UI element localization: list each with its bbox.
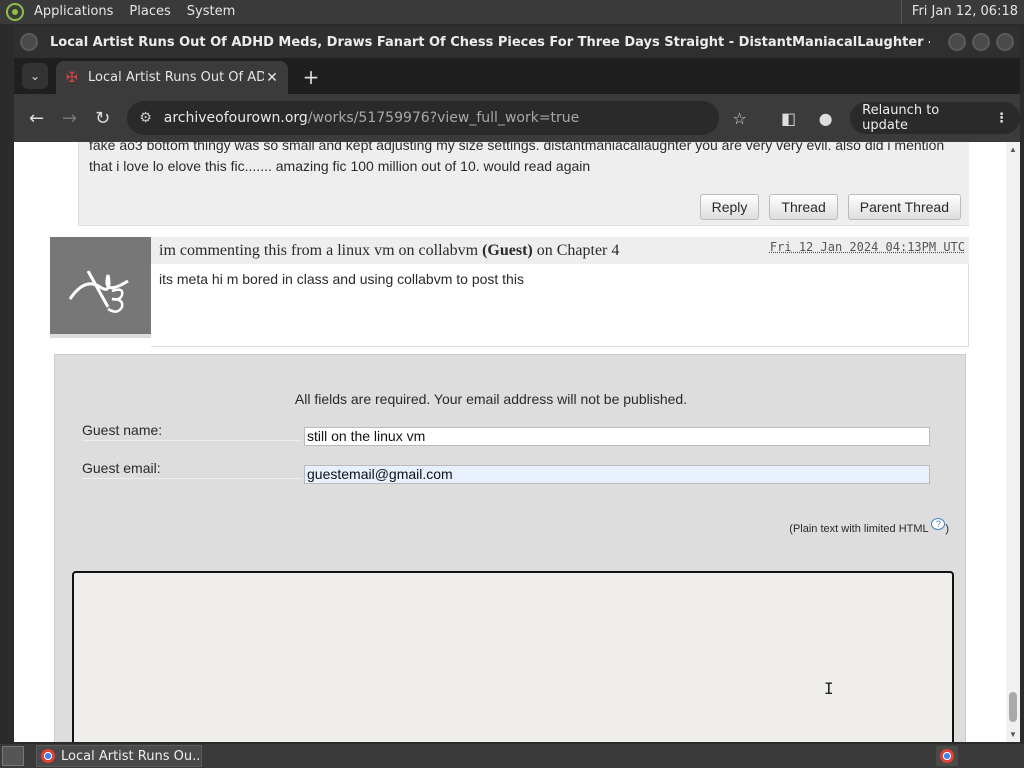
- clock[interactable]: Fri Jan 12, 06:18: [900, 0, 1018, 24]
- taskbar: Local Artist Runs Ou...: [0, 744, 1024, 768]
- text-cursor-icon: I: [824, 679, 834, 698]
- browser-toolbar: ← → ↻ ⚙ archiveofourown.org/works/517599…: [14, 94, 1021, 142]
- relaunch-label: Relaunch to update: [862, 103, 940, 133]
- tray-chrome-icon[interactable]: [936, 746, 958, 766]
- relaunch-button[interactable]: Relaunch to update ⋮: [850, 102, 1021, 134]
- menu-dots-icon[interactable]: ⋮: [995, 111, 1008, 126]
- back-icon[interactable]: ←: [20, 101, 53, 135]
- desktop-top-panel: Applications Places System Fri Jan 12, 0…: [0, 0, 1024, 24]
- page-content: fake ao3 bottom thingy was so small and …: [14, 142, 1020, 742]
- minimize-icon[interactable]: [948, 33, 966, 51]
- taskbar-window-button[interactable]: Local Artist Runs Ou...: [36, 745, 202, 767]
- system-menu[interactable]: System: [179, 0, 243, 24]
- bookmark-star-icon[interactable]: ☆: [723, 101, 756, 135]
- reload-icon[interactable]: ↻: [86, 101, 119, 135]
- side-panel-icon[interactable]: ◧: [772, 101, 805, 135]
- form-notice: All fields are required. Your email addr…: [294, 391, 688, 407]
- forward-icon[interactable]: →: [53, 101, 86, 135]
- places-menu[interactable]: Places: [121, 0, 178, 24]
- ao3-logo-icon: [68, 270, 129, 313]
- avatar: [50, 237, 151, 338]
- scrollbar-thumb[interactable]: [1009, 692, 1017, 722]
- taskbar-window-label: Local Artist Runs Ou...: [61, 748, 202, 764]
- comment-body: its meta hi m bored in class and using c…: [159, 271, 524, 287]
- guest-tag: (Guest): [482, 242, 533, 259]
- thread-button[interactable]: Thread: [769, 194, 838, 220]
- comment-textarea[interactable]: [72, 571, 954, 742]
- guest-comment: im commenting this from a linux vm on co…: [50, 237, 969, 347]
- tab-search-icon[interactable]: ⌄: [22, 63, 48, 89]
- comment-author[interactable]: im commenting this from a linux vm on co…: [159, 242, 478, 259]
- reply-button[interactable]: Reply: [699, 194, 760, 220]
- url-host: archiveofourown.org: [163, 110, 308, 126]
- scroll-down-icon[interactable]: ▼: [1009, 730, 1017, 739]
- previous-comment: fake ao3 bottom thingy was so small and …: [78, 142, 969, 226]
- comment-date: Fri 12 Jan 2024 04:13PM UTC: [769, 240, 965, 254]
- profile-icon[interactable]: ●: [809, 101, 842, 135]
- guest-name-field[interactable]: still on the linux vm: [304, 427, 930, 446]
- tab-close-icon[interactable]: ✕: [264, 70, 280, 86]
- maximize-icon[interactable]: [972, 33, 990, 51]
- close-window-icon[interactable]: [996, 33, 1014, 51]
- tab-title: Local Artist Runs Out Of ADHD: [88, 70, 264, 85]
- distro-logo-icon[interactable]: [4, 1, 26, 23]
- show-desktop-icon[interactable]: [2, 746, 24, 766]
- comment-heading: im commenting this from a linux vm on co…: [151, 237, 969, 264]
- chrome-icon: [41, 749, 55, 763]
- page-scrollbar[interactable]: ▲ ▼: [1006, 142, 1020, 742]
- parent-thread-button[interactable]: Parent Thread: [847, 194, 961, 220]
- comment-chapter[interactable]: on Chapter 4: [537, 242, 620, 259]
- ao3-favicon-icon: ✠: [66, 69, 78, 86]
- address-bar[interactable]: ⚙ archiveofourown.org/works/51759976?vie…: [127, 101, 719, 135]
- help-icon[interactable]: ?: [931, 518, 946, 530]
- previous-comment-text: fake ao3 bottom thingy was so small and …: [89, 142, 945, 174]
- window-titlebar[interactable]: Local Artist Runs Out Of ADHD Meds, Draw…: [14, 26, 1020, 58]
- guest-name-label: Guest name:: [82, 422, 302, 441]
- browser-tab[interactable]: ✠ Local Artist Runs Out Of ADHD ✕: [56, 61, 288, 94]
- url-path: /works/51759976?view_full_work=true: [307, 110, 580, 126]
- guest-email-field[interactable]: guestemail@gmail.com: [304, 465, 930, 484]
- guest-email-label: Guest email:: [82, 460, 302, 479]
- window-menu-icon[interactable]: [20, 33, 38, 51]
- window-title: Local Artist Runs Out Of ADHD Meds, Draw…: [50, 34, 930, 50]
- html-note: (Plain text with limited HTML ?): [789, 518, 949, 535]
- comment-actions: Reply Thread Parent Thread: [699, 194, 961, 220]
- site-info-icon[interactable]: ⚙: [139, 110, 152, 126]
- new-tab-icon[interactable]: +: [298, 64, 324, 90]
- applications-menu[interactable]: Applications: [26, 0, 121, 24]
- scroll-up-icon[interactable]: ▲: [1009, 145, 1017, 154]
- tab-strip: ⌄ ✠ Local Artist Runs Out Of ADHD ✕ +: [14, 58, 1020, 94]
